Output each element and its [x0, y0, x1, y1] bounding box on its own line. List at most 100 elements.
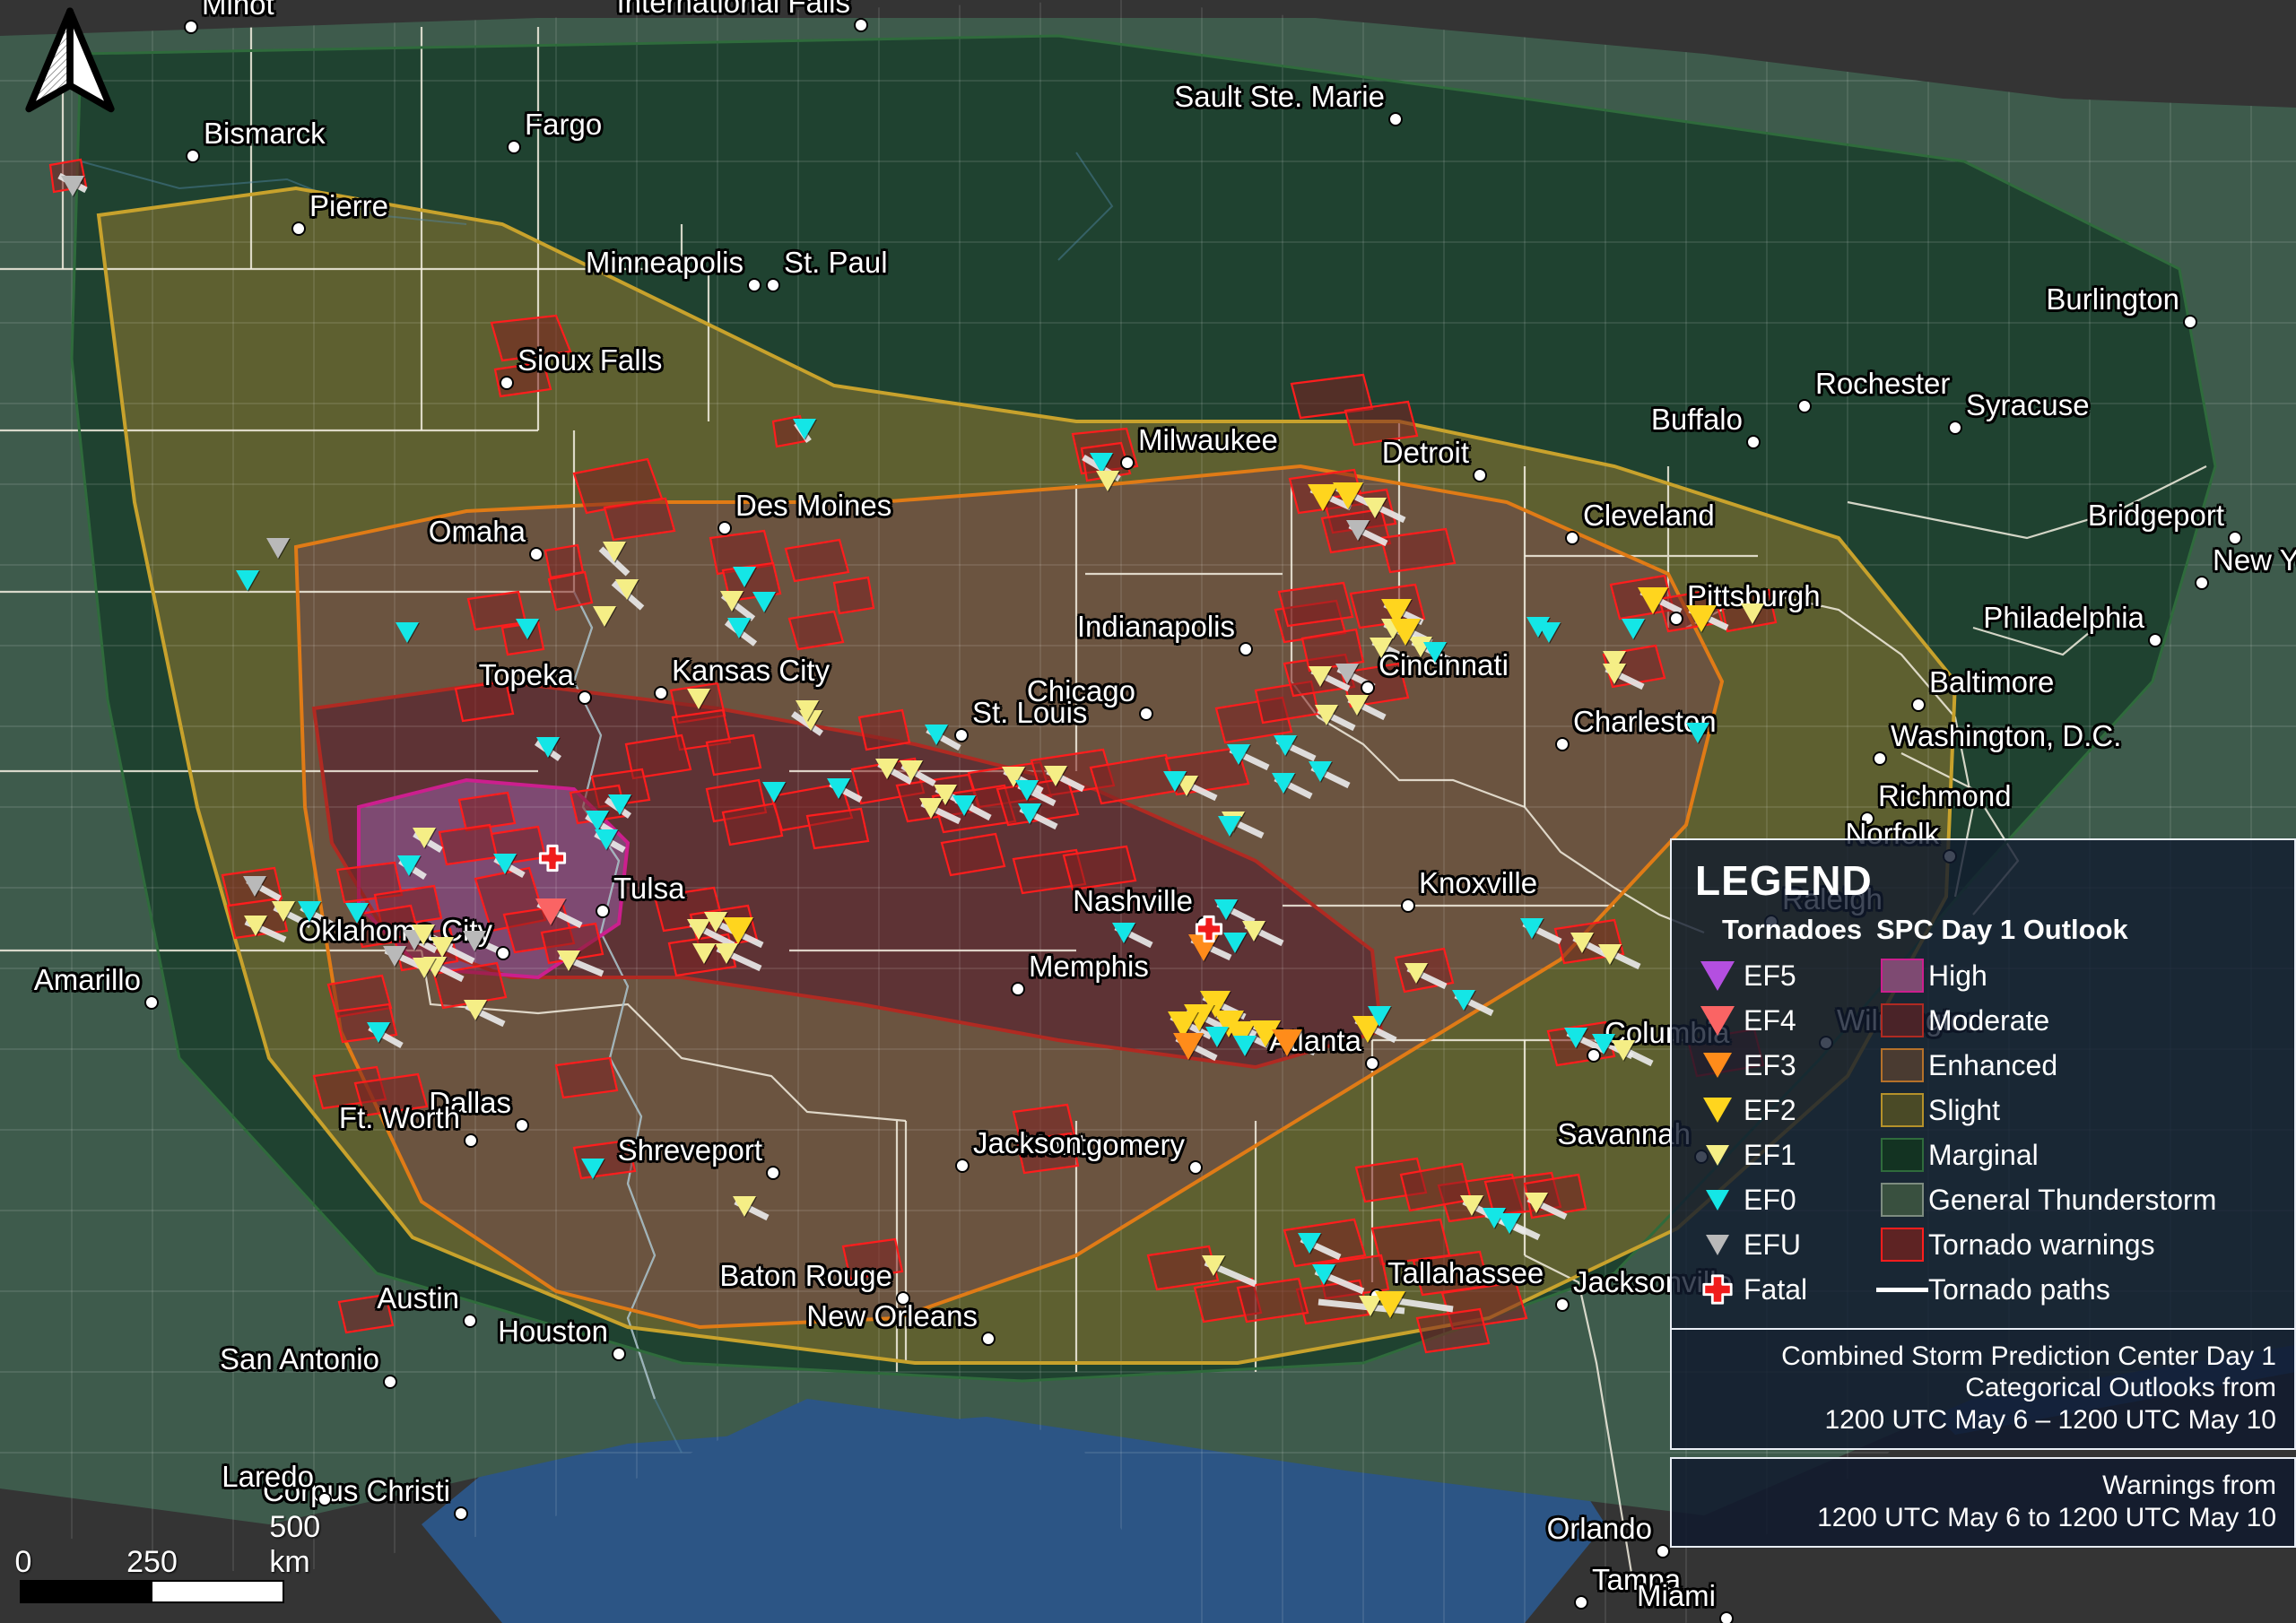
tornado-triangle-icon — [1018, 803, 1041, 824]
tornado-triangle-icon — [1335, 664, 1359, 684]
fatal-cross-icon — [538, 844, 567, 872]
fatal-marker — [537, 843, 568, 873]
tornado-triangle-icon — [516, 619, 539, 639]
tornado-triangle-icon — [1520, 918, 1544, 939]
legend-tornado-label: EF5 — [1744, 959, 1796, 992]
tornado-triangle-icon — [367, 1022, 390, 1043]
tornado-triangle-icon — [1603, 664, 1626, 684]
legend-tornado-row: EF3 — [1692, 1043, 1876, 1088]
tornado-triangle-icon — [1173, 1033, 1204, 1060]
legend-path-label: Tornado paths — [1928, 1272, 2110, 1306]
tornado-triangle-icon — [383, 946, 406, 967]
tornado-triangle-icon — [1363, 498, 1387, 518]
tornado-triangle-icon — [615, 579, 639, 600]
tornado-triangle-icon — [1686, 605, 1717, 632]
legend-outlook-label: Enhanced — [1928, 1048, 2058, 1081]
tornado-triangle-icon — [608, 794, 631, 815]
tornado-triangle-icon — [733, 1196, 756, 1217]
tornado-triangle-icon — [1274, 735, 1297, 756]
legend-tornado-row: EFU — [1692, 1222, 1876, 1267]
legend-tornado-label: EF3 — [1744, 1048, 1796, 1081]
tornado-triangle-icon — [925, 725, 948, 745]
tornado-triangle-icon — [1498, 1213, 1521, 1234]
tornado-triangle-icon — [687, 689, 710, 709]
tornado-triangle-icon — [396, 622, 419, 643]
tornado-triangle-icon — [557, 950, 580, 971]
tornado-triangle-icon — [952, 795, 976, 816]
legend-note-warnings-line: Warnings from — [2102, 1471, 2276, 1501]
tornado-outlook-map: Minot International Falls Bismarck Fargo Sau… — [0, 0, 2296, 1623]
tornado-triangle-icon — [733, 567, 756, 587]
legend-outlook-row: Enhanced — [1876, 1043, 2278, 1088]
legend-ef3-icon — [1692, 1053, 1744, 1078]
legend-outlook-swatch — [1876, 1138, 1928, 1172]
tornado-triangle-icon — [1638, 587, 1668, 614]
legend-tornado-label: EFU — [1744, 1228, 1801, 1261]
legend-outlook-row: High — [1876, 953, 2278, 998]
scale-bar-graphic — [20, 1580, 284, 1603]
scale-tick-0: 0 — [14, 1545, 32, 1579]
tornado-triangle-icon — [493, 854, 517, 874]
legend-outlook-label: Moderate — [1928, 1003, 2050, 1037]
tornado-triangle-icon — [266, 538, 290, 559]
legend-outlook-label: Marginal — [1928, 1138, 2039, 1171]
tornado-triangle-icon — [715, 943, 738, 964]
tornado-triangle-icon — [1015, 780, 1039, 801]
legend-tornado-label: EF4 — [1744, 1003, 1796, 1037]
legend-tornado-label: EF2 — [1744, 1093, 1796, 1126]
tornado-triangle-icon — [827, 778, 850, 799]
tornado-triangle-icon — [1598, 944, 1622, 965]
tornado-triangle-icon — [723, 917, 753, 944]
legend-outlook-row: Tornado warnings — [1876, 1222, 2278, 1267]
tornado-triangle-icon — [1345, 695, 1369, 716]
tornado-triangle-icon — [1223, 933, 1247, 953]
tornado-triangle-icon — [397, 855, 421, 876]
tornado-triangle-icon — [298, 901, 321, 922]
tornado-triangle-icon — [900, 760, 923, 781]
tornado-triangle-icon — [244, 916, 267, 936]
tornado-triangle-icon — [793, 419, 816, 439]
legend-outlook-label: Slight — [1928, 1093, 2001, 1126]
legend-outlook-label: General Thunderstorm — [1928, 1183, 2217, 1216]
tornado-triangle-icon — [1612, 1040, 1635, 1061]
tornado-triangle-icon — [720, 591, 744, 612]
legend-outlook-swatch — [1876, 959, 1928, 993]
tornado-triangle-icon — [1525, 1193, 1548, 1213]
tornado-triangle-icon — [345, 903, 369, 924]
north-arrow-icon — [25, 7, 115, 113]
tornado-triangle-icon — [586, 811, 609, 831]
legend-tornado-label: EF0 — [1744, 1183, 1796, 1216]
legend-tornado-row: EF0 — [1692, 1177, 1876, 1222]
tornado-triangle-icon — [535, 898, 566, 925]
legend-outlook-swatch — [1876, 1183, 1928, 1217]
legend-tornado-row: EF2 — [1692, 1088, 1876, 1133]
legend-ef0-icon — [1692, 1189, 1744, 1211]
fatal-cross-icon — [1692, 1272, 1744, 1306]
tornado-triangle-icon — [1423, 642, 1447, 663]
legend-ef4-icon — [1692, 1005, 1744, 1036]
tornado-triangle-icon — [692, 943, 716, 964]
tornado-triangle-icon — [272, 901, 295, 922]
tornado-triangle-icon — [1570, 933, 1594, 953]
tornado-triangle-icon — [463, 931, 486, 951]
legend-outlook-column: SPC Day 1 Outlook High Moderate Enhanced Sl… — [1876, 914, 2278, 1312]
scale-tick-1: 250 — [126, 1545, 178, 1579]
tornado-triangle-icon — [796, 700, 819, 721]
tornado-triangle-icon — [1405, 963, 1428, 984]
legend-path-row: Tornado paths — [1876, 1267, 2278, 1312]
tornado-triangle-icon — [727, 618, 751, 638]
tornado-triangle-icon — [1375, 1291, 1405, 1318]
legend-outlook-swatch — [1876, 1048, 1928, 1082]
tornado-triangle-icon — [1390, 619, 1421, 646]
tornado-triangle-icon — [236, 570, 259, 591]
tornado-triangle-icon — [1298, 1233, 1321, 1254]
tornado-triangle-icon — [1346, 520, 1370, 541]
tornado-triangle-icon — [603, 542, 626, 562]
legend-fatal-label: Fatal — [1744, 1272, 1808, 1306]
legend-note-outlooks: Combined Storm Prediction Center Day 1 Ca… — [1670, 1330, 2296, 1451]
tornado-triangle-icon — [1112, 923, 1135, 943]
tornado-triangle-icon — [536, 737, 560, 758]
legend-efu-icon — [1692, 1234, 1744, 1255]
fatal-cross-icon — [1195, 915, 1223, 943]
legend-outlook-row: General Thunderstorm — [1876, 1177, 2278, 1222]
